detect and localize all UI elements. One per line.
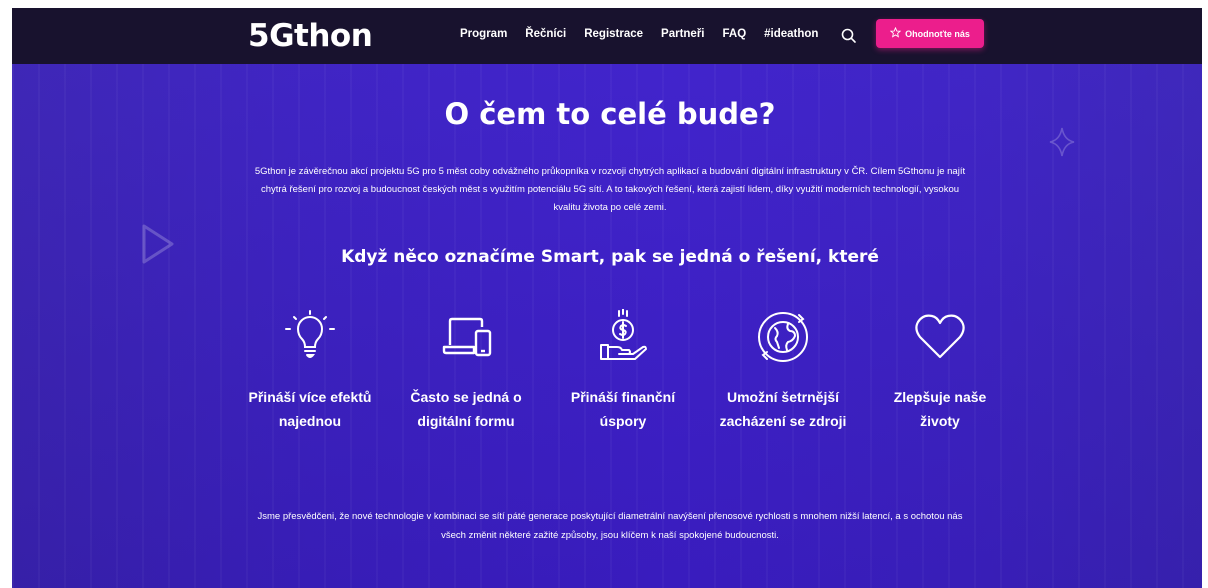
globe-recycle-icon <box>758 312 808 362</box>
feature-label: Zlepšuje naše životy <box>893 389 987 429</box>
feature-label: Často se jedná o digitální formu <box>410 389 522 429</box>
feature-item: Umožní šetrnější zacházení se zdroji <box>719 309 847 433</box>
feature-item: Často se jedná o digitální formu <box>402 309 530 433</box>
feature-label: Přináší finanční úspory <box>570 389 676 429</box>
intro-paragraph: 5Gthon je závěrečnou akcí projektu 5G pr… <box>254 166 966 213</box>
feature-item: Zlepšuje naše životy <box>876 309 1004 433</box>
feature-item: Přináší více efektů najednou <box>246 309 374 433</box>
menu-item-registration[interactable]: Registrace <box>584 28 643 40</box>
hero-section: O čem to celé bude? 5Gthon je závěrečnou… <box>12 64 1202 588</box>
menu-item-ideathon[interactable]: #ideathon <box>764 28 818 40</box>
heart-icon <box>915 314 965 359</box>
site-logo[interactable]: 5Gthon <box>248 18 373 54</box>
feature-label: Umožní šetrnější zacházení se zdroji <box>719 389 847 429</box>
money-hand-icon <box>600 309 647 360</box>
section-title: O čem to celé bude? <box>444 97 776 131</box>
devices-icon <box>442 317 492 357</box>
rate-us-button[interactable]: Ohodnoťte nás <box>876 19 984 48</box>
lightbulb-icon <box>285 310 335 358</box>
search-icon[interactable] <box>839 26 859 46</box>
star-icon <box>889 26 902 40</box>
menu-item-partners[interactable]: Partneři <box>661 28 704 40</box>
outro-paragraph: Jsme přesvědčeni, že nové technologie v … <box>257 511 963 541</box>
top-navigation: 5Gthon Program Řečníci Registrace Partne… <box>12 8 1202 64</box>
feature-label: Přináší více efektů najednou <box>248 389 372 429</box>
menu-item-speakers[interactable]: Řečníci <box>525 28 566 40</box>
rate-us-label: Ohodnoťte nás <box>905 28 970 39</box>
menu-item-program[interactable]: Program <box>460 28 507 40</box>
menu-item-faq[interactable]: FAQ <box>723 28 747 40</box>
section-subtitle: Když něco označíme Smart, pak se jedná o… <box>341 247 879 267</box>
page: 5Gthon Program Řečníci Registrace Partne… <box>0 0 1208 588</box>
feature-item: Přináší finanční úspory <box>559 309 687 433</box>
main-menu: Program Řečníci Registrace Partneři FAQ … <box>460 28 836 40</box>
